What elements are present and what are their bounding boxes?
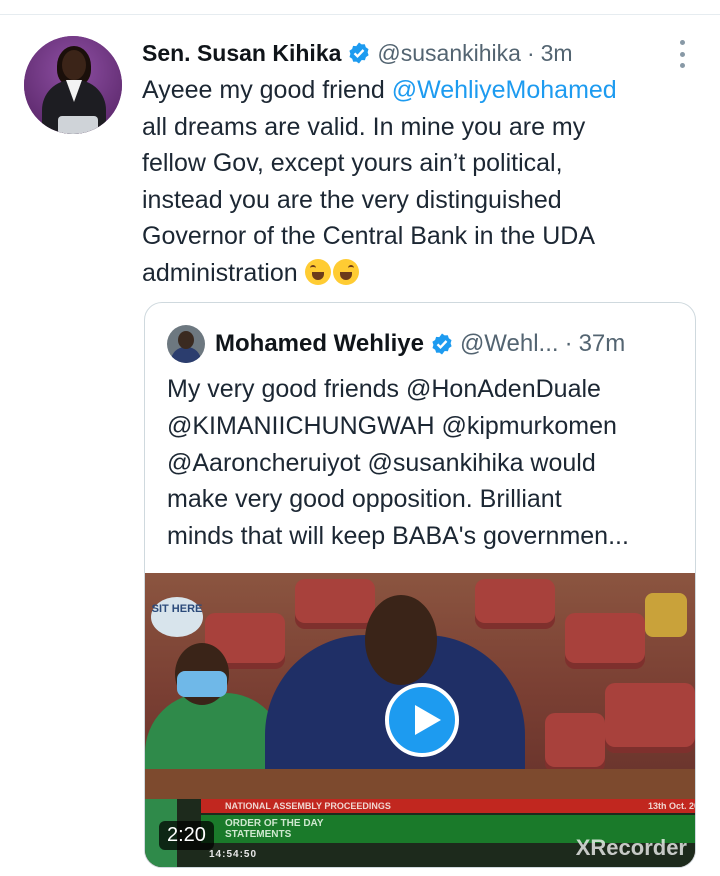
quoted-line: make very good opposition. Brilliant (167, 485, 562, 514)
sit-here-sign: SIT HERE (151, 597, 203, 637)
verified-badge-icon (432, 333, 452, 355)
quoted-line: @Aaroncheruiyot @susankihika would (167, 448, 596, 477)
quoted-author-name: Mohamed Wehliye (215, 330, 424, 357)
quoted-line: minds that will keep BABA's governmen... (167, 522, 629, 551)
quoted-author-handle: @Wehl... (459, 330, 559, 357)
tweet-line: all dreams are valid. In mine you are my (142, 112, 586, 141)
tweet-header: Sen. Susan Kihika @susankihika · 3m (142, 38, 573, 68)
video-thumbnail[interactable]: SIT HERE NATIONAL ASSEMBLY PROCEEDINGS 13… (145, 573, 695, 867)
quoted-tweet-header: Mohamed Wehliye @Wehl... · 37m (215, 327, 625, 361)
verified-badge-icon (349, 42, 370, 64)
separator-dot: · (526, 39, 535, 66)
tweet-line: instead you are the very distinguished (142, 185, 562, 214)
author-avatar[interactable] (24, 36, 122, 134)
more-options-icon[interactable] (672, 38, 692, 70)
grinning-squinting-face-emoji (304, 258, 331, 285)
quoted-tweet-text: My very good friends @HonAdenDuale @KIMA… (167, 371, 679, 555)
quoted-tweet-card[interactable]: Mohamed Wehliye @Wehl... · 37m My very g… (144, 302, 696, 868)
author-handle[interactable]: @susankihika (377, 40, 521, 67)
author-name[interactable]: Sen. Susan Kihika (142, 40, 341, 67)
quoted-line: My very good friends @HonAdenDuale (167, 375, 601, 403)
video-duration-badge: 2:20 (159, 821, 214, 850)
top-divider (0, 14, 720, 15)
tweet-line: fellow Gov, except yours ain’t political… (142, 149, 563, 178)
tweet-line: administration (142, 255, 682, 292)
tweet-line: Governor of the Central Bank in the UDA (142, 222, 596, 251)
play-button-icon[interactable] (385, 683, 459, 757)
quoted-line: @KIMANIICHUNGWAH @kipmurkomen (167, 411, 617, 440)
separator-dot: · (564, 330, 573, 357)
tweet-time[interactable]: 3m (541, 40, 573, 67)
xrecorder-watermark: XRecorder (575, 835, 687, 860)
coat-of-arms (645, 593, 687, 637)
quoted-tweet-time: 37m (578, 330, 626, 357)
tweet-text: Ayeee my good friend @WehliyeMohamed all… (142, 72, 682, 292)
tweet-line: Ayeee my good friend @WehliyeMohamed (142, 76, 617, 104)
quoted-author-avatar[interactable] (167, 325, 205, 363)
mention-link[interactable]: @WehliyeMohamed (392, 76, 617, 104)
grinning-squinting-face-emoji (332, 258, 359, 285)
